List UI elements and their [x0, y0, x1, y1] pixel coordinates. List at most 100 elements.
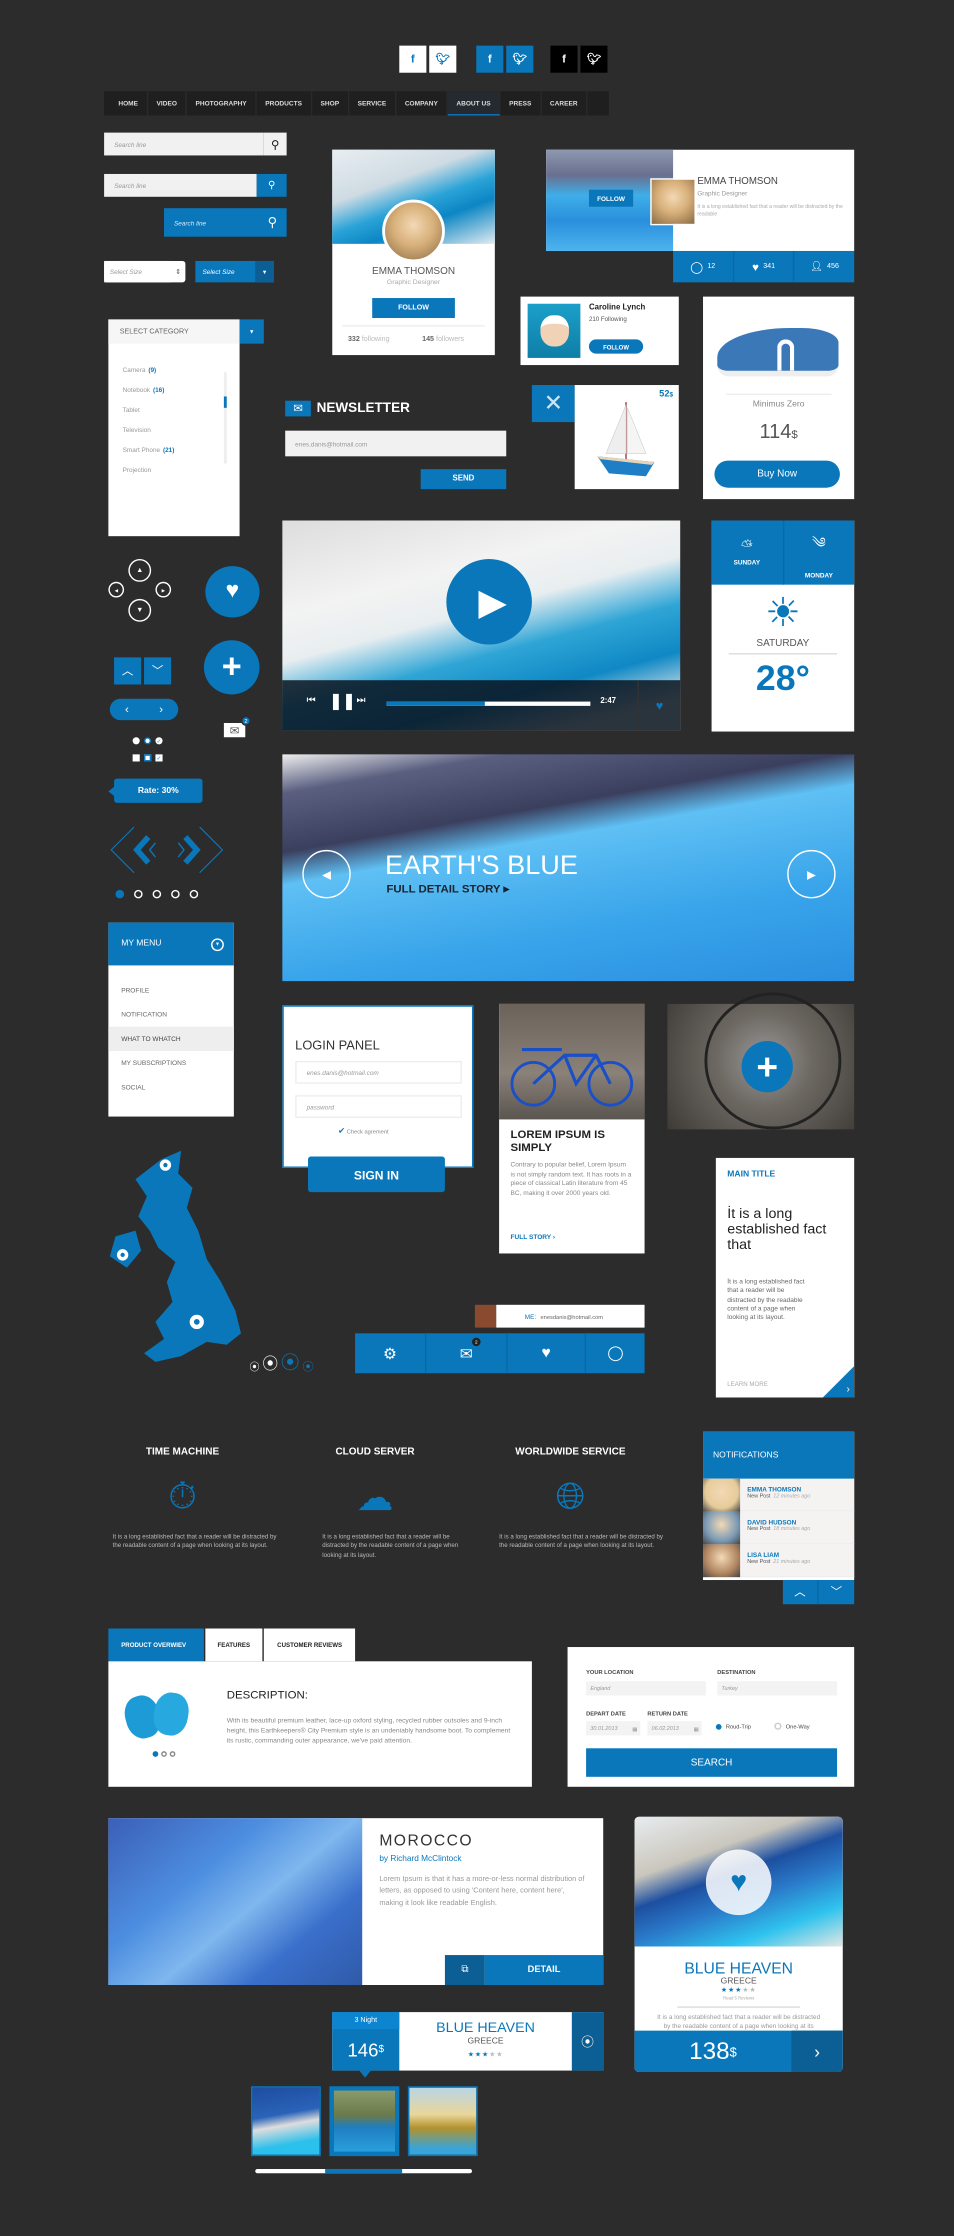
play-icon[interactable]: ▶ — [446, 558, 532, 645]
depart-input[interactable]: 30.01.2013 ▦ — [586, 1721, 641, 1736]
sign-in-button[interactable]: SIGN IN — [308, 1156, 445, 1193]
map-pin-icon[interactable]: ⦿ — [571, 2012, 604, 2071]
reviews-link[interactable]: Read 5 Reviews — [635, 1995, 843, 2001]
nav-item-video[interactable]: VIDEO — [148, 91, 187, 116]
progress-track[interactable] — [386, 701, 591, 706]
search-input[interactable]: Search line — [164, 208, 258, 237]
radio-checked[interactable]: ✓ — [155, 737, 163, 745]
menu-item[interactable]: MY SUBSCRIPTIONS — [108, 1051, 233, 1075]
search-icon[interactable]: ⚲ — [256, 173, 287, 197]
previous-icon[interactable]: ⏮︎ — [307, 696, 316, 707]
search-icon[interactable]: ⚲ — [263, 132, 287, 156]
category-item[interactable]: Camera (9) — [123, 359, 175, 379]
search-button[interactable]: SEARCH — [586, 1748, 838, 1777]
send-button[interactable]: SEND — [420, 469, 507, 490]
page-dot[interactable] — [134, 889, 143, 899]
page-dot[interactable] — [161, 1751, 167, 1757]
size-select-blue[interactable]: Select Size ▼ — [195, 260, 274, 283]
heart-icon[interactable]: ♥ — [637, 680, 680, 731]
category-item[interactable]: Projection — [123, 459, 175, 479]
page-dot[interactable] — [171, 889, 180, 899]
nav-item-products[interactable]: PRODUCTS — [257, 91, 312, 116]
forecast-monday[interactable]: ༄ MONDAY — [784, 520, 855, 584]
nav-item-career[interactable]: CAREER — [541, 91, 588, 116]
notification-item[interactable]: DAVID HUDSON New Post 18 minutes ago — [703, 1511, 855, 1545]
facebook-icon[interactable]: f — [476, 45, 504, 73]
heart-icon[interactable]: ♥ — [705, 1849, 772, 1916]
chat-bubble-icon[interactable]: ◯ — [586, 1333, 644, 1373]
one-way-radio[interactable]: One-Way — [774, 1722, 810, 1730]
category-item[interactable]: Smart Phone (21) — [123, 439, 175, 459]
page-dot-active[interactable] — [115, 889, 125, 899]
full-story-link[interactable]: FULL STORY › — [511, 1233, 556, 1240]
agree-checkbox[interactable]: ✔ Check agrement — [338, 1127, 389, 1137]
menu-item[interactable]: NOTIFICATION — [108, 1002, 233, 1026]
twitter-icon[interactable]: 🐦︎ — [429, 45, 457, 73]
followers-stat[interactable]: 👤︎ 456 — [795, 251, 854, 282]
nav-item-photography[interactable]: PHOTOGRAPHY — [187, 91, 257, 116]
category-item[interactable]: Tablet — [123, 399, 175, 419]
scrollbar-thumb[interactable] — [223, 396, 227, 408]
search-input[interactable]: Search line — [104, 173, 257, 197]
destination-input[interactable]: Turkey — [717, 1681, 838, 1696]
plus-icon[interactable]: + — [203, 640, 260, 695]
notification-item[interactable]: LISA LIAM New Post 21 minutes ago — [703, 1544, 855, 1578]
page-dot[interactable] — [189, 889, 199, 899]
chevron-down-icon[interactable]: ▼ — [211, 937, 224, 951]
chevron-down-icon[interactable]: ﹀ — [144, 657, 172, 685]
arrow-up-icon[interactable]: ▲ — [128, 558, 152, 582]
password-input[interactable]: password — [295, 1095, 463, 1118]
menu-item[interactable]: SOCIAL — [108, 1075, 233, 1099]
twitter-icon[interactable]: 🐦︎ — [506, 45, 534, 73]
return-input[interactable]: 06.02.2013 ▦ — [647, 1721, 702, 1736]
gallery-thumb-selected[interactable] — [329, 2086, 400, 2157]
chevron-up-icon[interactable]: ︿ — [114, 657, 142, 685]
chevron-down-icon[interactable]: ﹀ — [818, 1580, 855, 1605]
gear-icon[interactable]: ⚙ — [355, 1333, 427, 1374]
size-select-light[interactable]: Select Size ⇕ — [104, 260, 186, 283]
page-dot[interactable] — [169, 1751, 176, 1757]
heart-icon[interactable]: ♥ — [508, 1333, 587, 1374]
heart-icon[interactable]: ♥ — [205, 566, 260, 618]
tab-product-overwiev[interactable]: PRODUCT OVERWIEV — [108, 1628, 204, 1662]
follow-button[interactable]: FOLLOW — [588, 339, 644, 354]
pause-icon[interactable]: ❚❚ — [329, 692, 355, 710]
checkbox-focused[interactable] — [144, 754, 152, 762]
arrow-down-icon[interactable]: ▼ — [128, 598, 152, 622]
nav-item-home[interactable]: HOME — [104, 91, 148, 116]
twitter-icon[interactable]: 🐦︎ — [580, 45, 608, 73]
calendar-icon[interactable]: ▦ — [694, 1725, 699, 1732]
nav-item-press[interactable]: PRESS — [501, 91, 542, 116]
menu-header[interactable]: MY MENU ▼ — [108, 922, 234, 966]
facebook-icon[interactable]: f — [550, 45, 578, 73]
slider-next-icon[interactable]: ▶ — [787, 849, 836, 899]
follow-button[interactable]: FOLLOW — [588, 189, 634, 207]
radio-unchecked[interactable] — [132, 737, 140, 745]
checkbox-unchecked[interactable] — [132, 754, 140, 762]
envelope-icon[interactable]: ✉ — [223, 722, 246, 738]
notification-item[interactable]: EMMA THOMSON New Post 12 minutes ago — [703, 1478, 855, 1512]
external-link-icon[interactable]: ⧉ — [444, 1955, 485, 1986]
checkbox-checked[interactable]: ✓ — [155, 754, 163, 762]
gallery-thumb[interactable] — [250, 2086, 321, 2157]
likes-stat[interactable]: ♥ 341 — [734, 250, 795, 283]
nav-item-service[interactable]: SERVICE — [349, 91, 397, 116]
nav-item-shop[interactable]: SHOP — [312, 91, 350, 116]
chevron-left-icon[interactable]: ‹ — [125, 703, 129, 716]
chevron-right-icon[interactable]: › — [791, 2030, 843, 2072]
scrollbar[interactable] — [223, 372, 227, 464]
arrow-right-icon[interactable]: ▶ — [155, 581, 172, 598]
envelope-icon[interactable]: ✉ 2 — [426, 1333, 508, 1374]
round-trip-radio[interactable]: Roud-Trip — [715, 1723, 751, 1730]
calendar-icon[interactable]: ▦ — [632, 1725, 637, 1732]
slider-link[interactable]: FULL DETAIL STORY ▸ — [386, 883, 509, 896]
gallery-scrollbar[interactable] — [255, 2168, 473, 2174]
menu-item[interactable]: WHAT TO WHATCH — [108, 1026, 234, 1051]
buy-now-button[interactable]: Buy Now — [714, 460, 840, 488]
tab-customer-reviews[interactable]: CUSTOMER REVIEWS — [264, 1628, 355, 1662]
arrow-left-icon[interactable]: ◀ — [108, 581, 125, 598]
search-icon[interactable]: ⚲ — [258, 208, 287, 237]
search-input[interactable]: Search line — [104, 132, 264, 156]
chevron-down-icon[interactable]: ▼ — [239, 319, 264, 344]
radio-focused[interactable] — [144, 737, 152, 745]
